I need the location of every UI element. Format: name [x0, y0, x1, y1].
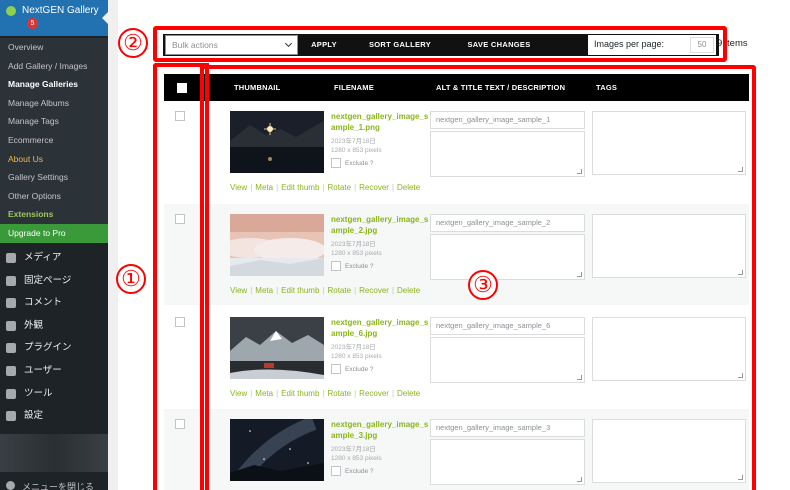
- sidebar-item-label: 設定: [24, 410, 44, 422]
- settings-icon: [6, 411, 16, 422]
- collapse-arrow-icon: [6, 481, 15, 490]
- sidebar-item-tools[interactable]: ツール: [0, 383, 108, 406]
- media-icon: [6, 253, 16, 263]
- appearance-icon: [6, 320, 16, 331]
- sidebar-item-other-options[interactable]: Other Options: [0, 187, 108, 206]
- users-icon: [6, 365, 16, 376]
- sidebar-item-label: 固定ページ: [24, 274, 72, 286]
- sidebar-item-pages[interactable]: 固定ページ: [0, 270, 108, 293]
- sidebar-item-overview[interactable]: Overview: [0, 38, 108, 57]
- annotation-marker-1: ①: [116, 264, 146, 294]
- collapse-menu-label: メニューを閉じる: [22, 482, 95, 490]
- comments-icon: [6, 298, 16, 309]
- sidebar-item-about-us[interactable]: About Us: [0, 150, 108, 169]
- sidebar-item-label: プラグイン: [24, 342, 72, 354]
- sidebar-item-plugins[interactable]: プラグイン: [0, 337, 108, 360]
- sidebar-item-users[interactable]: ユーザー: [0, 360, 108, 383]
- current-menu-caret-icon: [102, 12, 108, 24]
- sidebar-item-upgrade-to-pro[interactable]: Upgrade to Pro: [0, 223, 108, 243]
- sidebar-item-manage-tags[interactable]: Manage Tags: [0, 112, 108, 131]
- sidebar-item-add-gallery-images[interactable]: Add Gallery / Images: [0, 57, 108, 76]
- sidebar-item-media[interactable]: メディア: [0, 247, 108, 270]
- nextgen-logo-icon: [6, 6, 16, 16]
- tools-icon: [6, 388, 16, 399]
- admin-sidebar: NextGEN Gallery 5 Overview Add Gallery / …: [0, 0, 108, 490]
- sidebar-item-label: コメント: [24, 297, 63, 309]
- plugins-icon: [6, 343, 16, 354]
- sidebar-item-gallery-settings[interactable]: Gallery Settings: [0, 168, 108, 187]
- annotation-marker-3: ③: [468, 270, 498, 300]
- sidebar-item-settings[interactable]: 設定: [0, 405, 108, 428]
- sidebar-item-label: ユーザー: [24, 364, 62, 376]
- sidebar-item-nextgen-gallery[interactable]: NextGEN Gallery 5: [0, 0, 108, 36]
- nextgen-submenu: Overview Add Gallery / Images Manage Galle…: [0, 38, 108, 243]
- pages-icon: [6, 275, 16, 286]
- sidebar-item-label: メディア: [24, 252, 62, 263]
- blurred-menu-area: [0, 434, 108, 472]
- annotation-marker-2: ②: [118, 28, 148, 58]
- sidebar-item-appearance[interactable]: 外観: [0, 315, 108, 338]
- main-content: ② ① ③ Bulk actions APPLY SORT GALLERY SA…: [116, 0, 790, 490]
- annotation-frame-toolbar: [153, 26, 727, 62]
- plugin-title: NextGEN Gallery: [22, 5, 99, 16]
- sidebar-item-label: 外観: [24, 319, 44, 331]
- sidebar-item-ecommerce[interactable]: Ecommerce: [0, 131, 108, 150]
- update-count-badge: 5: [27, 18, 38, 29]
- sidebar-item-extensions[interactable]: Extensions: [0, 205, 108, 224]
- sidebar-item-manage-galleries[interactable]: Manage Galleries: [0, 75, 108, 94]
- sidebar-item-comments[interactable]: コメント: [0, 292, 108, 315]
- wp-admin-menu: メディア固定ページコメント外観プラグインユーザーツール設定: [0, 247, 108, 428]
- collapse-menu-button[interactable]: メニューを閉じる: [0, 478, 108, 490]
- sidebar-item-manage-albums[interactable]: Manage Albums: [0, 94, 108, 113]
- sidebar-item-label: ツール: [24, 387, 53, 399]
